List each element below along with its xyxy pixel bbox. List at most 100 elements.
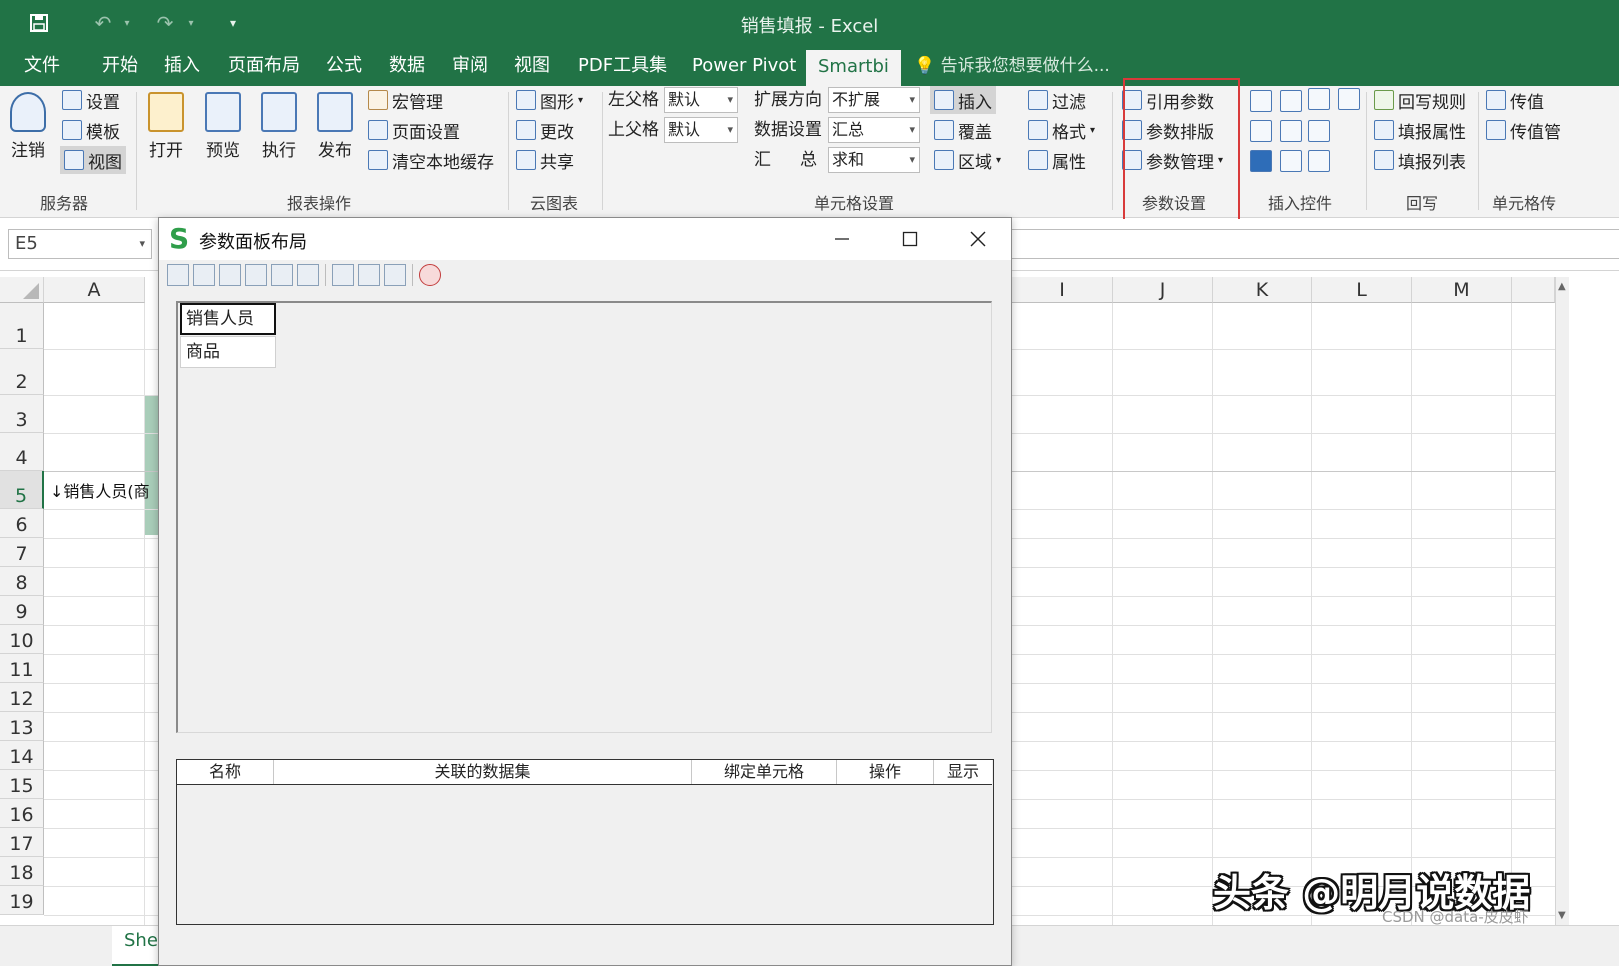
row-header-16[interactable]: 16 [0, 799, 44, 828]
writeback-rule-button[interactable]: 回写规则 [1374, 86, 1466, 114]
select-all-corner[interactable] [0, 277, 44, 303]
fill-property-button[interactable]: 填报属性 [1374, 116, 1466, 144]
property-button[interactable]: 属性 [1028, 146, 1086, 174]
delete-row-icon[interactable] [219, 264, 241, 286]
template-button[interactable]: 模板 [62, 116, 120, 144]
row-header-12[interactable]: 12 [0, 683, 44, 712]
pass-value-button[interactable]: 传值 [1486, 86, 1544, 114]
layout-item-salesperson[interactable]: 销售人员 [180, 303, 276, 335]
column-header-i[interactable]: I [1012, 277, 1113, 303]
header-dataset[interactable]: 关联的数据集 [274, 760, 692, 784]
tell-me-search[interactable]: 💡 告诉我您想要做什么... [914, 46, 1110, 86]
clear-cache-button[interactable]: 清空本地缓存 [368, 146, 494, 174]
row-header-14[interactable]: 14 [0, 741, 44, 770]
tab-file[interactable]: 文件 [24, 46, 60, 86]
align-center-icon[interactable] [358, 264, 380, 286]
fill-list-button[interactable]: 填报列表 [1374, 146, 1466, 174]
row-header-4[interactable]: 4 [0, 433, 44, 471]
calendar-control-icon[interactable] [1338, 88, 1360, 110]
align-left-icon[interactable] [332, 264, 354, 286]
row-header-13[interactable]: 13 [0, 712, 44, 741]
chart-button[interactable]: 图形 ▾ [516, 86, 583, 114]
insert-row-icon[interactable] [167, 264, 189, 286]
open-button[interactable]: 打开 [148, 92, 184, 161]
change-chart-button[interactable]: 更改 [516, 116, 574, 144]
tab-view[interactable]: 视图 [514, 46, 550, 86]
row-header-10[interactable]: 10 [0, 625, 44, 654]
publish-button[interactable]: 发布 [317, 92, 353, 161]
layout-item-product[interactable]: 商品 [180, 336, 276, 368]
close-icon[interactable] [955, 224, 1001, 254]
tab-page-layout[interactable]: 页面布局 [228, 46, 300, 86]
dropdown-control-icon[interactable] [1280, 90, 1302, 112]
row-header-5[interactable]: 5 [0, 471, 44, 509]
list-control-icon[interactable] [1250, 120, 1272, 142]
pass-manage-button[interactable]: 传值管 [1486, 116, 1561, 144]
top-parent-select[interactable]: 默认 ▾ [664, 117, 738, 143]
page-setup-button[interactable]: 页面设置 [368, 116, 460, 144]
format-button[interactable]: 格式 ▾ [1028, 116, 1095, 144]
tab-pdf-tools[interactable]: PDF工具集 [578, 46, 667, 86]
preview-button[interactable]: 预览 [205, 92, 241, 161]
logout-button[interactable]: 注销 [10, 92, 46, 161]
tab-data[interactable]: 数据 [389, 46, 425, 86]
insert-mode-button[interactable]: 插入 [930, 86, 996, 114]
align-right-icon[interactable] [384, 264, 406, 286]
scroll-up-icon[interactable]: ▲ [1558, 281, 1566, 292]
sheet-tab[interactable]: She [112, 926, 160, 966]
share-chart-button[interactable]: 共享 [516, 146, 574, 174]
header-name[interactable]: 名称 [177, 760, 274, 784]
row-header-7[interactable]: 7 [0, 538, 44, 567]
row-header-9[interactable]: 9 [0, 596, 44, 625]
merge-column-icon[interactable] [297, 264, 319, 286]
tree-control-icon[interactable] [1280, 120, 1302, 142]
scroll-down-icon[interactable]: ▼ [1558, 910, 1566, 921]
view-button[interactable]: 视图 [60, 146, 126, 174]
row-header-19[interactable]: 19 [0, 886, 44, 915]
summary-select[interactable]: 求和 ▾ [828, 147, 920, 173]
header-display[interactable]: 显示 [934, 760, 992, 784]
filter-button[interactable]: 过滤 [1028, 86, 1086, 114]
insert-column-icon[interactable] [193, 264, 215, 286]
panel-control-icon[interactable] [1308, 88, 1330, 110]
row-header-8[interactable]: 8 [0, 567, 44, 596]
execute-button[interactable]: 执行 [261, 92, 297, 161]
cover-mode-button[interactable]: 覆盖 [934, 116, 992, 144]
tab-home[interactable]: 开始 [102, 46, 138, 86]
row-header-15[interactable]: 15 [0, 770, 44, 799]
layout-panel[interactable]: 销售人员 商品 [176, 301, 992, 733]
expand-direction-select[interactable]: 不扩展 ▾ [828, 87, 920, 113]
settings-button[interactable]: 设置 [62, 86, 120, 114]
row-header-18[interactable]: 18 [0, 857, 44, 886]
data-setting-select[interactable]: 汇总 ▾ [828, 117, 920, 143]
column-header-l[interactable]: L [1312, 277, 1412, 303]
button-control-icon[interactable] [1250, 90, 1272, 112]
row-header-6[interactable]: 6 [0, 509, 44, 538]
minimize-icon[interactable] [819, 224, 865, 254]
formula-input[interactable] [1012, 229, 1619, 259]
checkbox-control-icon[interactable] [1250, 150, 1272, 172]
column-header-k[interactable]: K [1213, 277, 1312, 303]
column-header-n[interactable] [1512, 277, 1555, 303]
row-header-3[interactable]: 3 [0, 395, 44, 433]
row-header-1[interactable]: 1 [0, 303, 44, 349]
column-header-j[interactable]: J [1113, 277, 1213, 303]
link-control-icon[interactable] [1280, 150, 1302, 172]
cell-a5[interactable]: ↓销售人员(商 [50, 478, 150, 502]
delete-icon[interactable] [419, 264, 441, 286]
text-control-icon[interactable] [1308, 150, 1330, 172]
macro-button[interactable]: 宏管理 [368, 86, 443, 114]
tab-formulas[interactable]: 公式 [326, 46, 362, 86]
maximize-icon[interactable] [887, 224, 933, 254]
column-header-a[interactable]: A [44, 277, 145, 303]
column-header-m[interactable]: M [1412, 277, 1512, 303]
row-header-17[interactable]: 17 [0, 828, 44, 857]
image-control-icon[interactable] [1308, 120, 1330, 142]
row-header-2[interactable]: 2 [0, 349, 44, 395]
delete-column-icon[interactable] [271, 264, 293, 286]
merge-row-icon[interactable] [245, 264, 267, 286]
region-button[interactable]: 区域 ▾ [934, 146, 1001, 174]
tab-review[interactable]: 审阅 [452, 46, 488, 86]
row-header-11[interactable]: 11 [0, 654, 44, 683]
header-operation[interactable]: 操作 [837, 760, 934, 784]
